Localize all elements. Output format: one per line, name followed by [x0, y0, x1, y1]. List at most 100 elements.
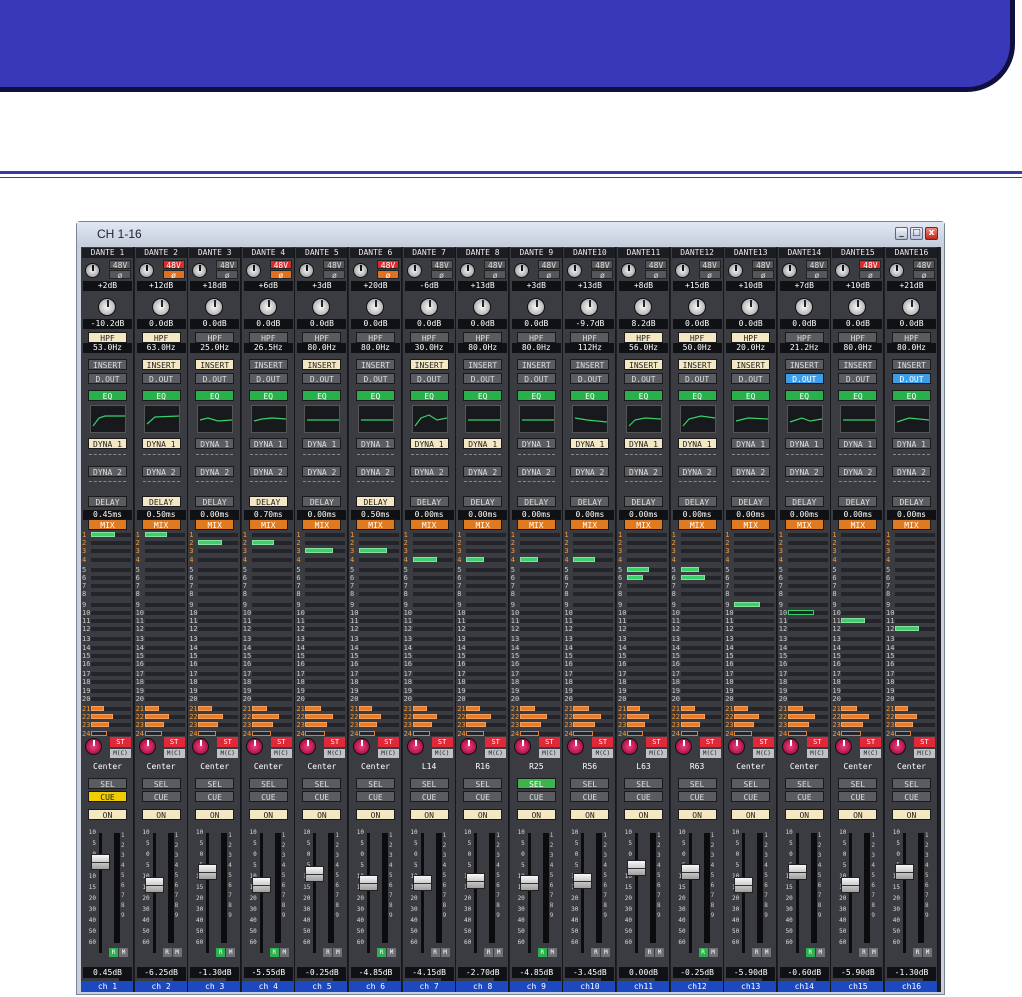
title-bar[interactable]: CH 1-16 _ □ x — [77, 222, 944, 246]
matrix-send-level[interactable] — [519, 730, 539, 736]
delay-button[interactable]: DELAY — [302, 496, 342, 507]
matrix-send-level[interactable] — [144, 706, 159, 711]
mix-send-track[interactable] — [627, 688, 667, 693]
mix-send-level[interactable] — [519, 556, 538, 562]
mix-send-track[interactable] — [841, 645, 882, 650]
channel-name[interactable]: ch15 — [831, 981, 884, 992]
mix-send-track[interactable] — [573, 592, 614, 597]
mix-button[interactable]: MIX — [463, 519, 503, 530]
mix-button[interactable]: MIX — [141, 519, 181, 530]
matrix-send-level[interactable] — [680, 714, 705, 720]
mix-send-track[interactable] — [680, 680, 721, 685]
mix-send-track[interactable] — [573, 549, 614, 554]
mix-send-track[interactable] — [305, 645, 346, 650]
mix-send-track[interactable] — [359, 645, 399, 650]
mix-send-track[interactable] — [627, 696, 667, 701]
patch-trim-knob[interactable] — [205, 298, 224, 316]
dynamics-2-button[interactable]: DYNA 2 — [409, 466, 449, 477]
mix-send-track[interactable] — [841, 576, 882, 580]
cue-button[interactable]: CUE — [624, 791, 663, 802]
hpf-button[interactable]: HPF — [516, 332, 556, 343]
mono-center-button[interactable]: M(C) — [860, 749, 882, 758]
matrix-send-level[interactable] — [573, 706, 590, 711]
mix-send-track[interactable] — [734, 567, 775, 572]
mix-send-track[interactable] — [841, 688, 882, 693]
monitor-button[interactable]: M — [279, 948, 289, 957]
mix-send-track[interactable] — [412, 549, 453, 554]
mix-send-track[interactable] — [251, 680, 292, 685]
stereo-button[interactable]: ST — [538, 737, 560, 747]
mix-send-track[interactable] — [412, 592, 453, 597]
matrix-send-level[interactable] — [519, 706, 535, 711]
direct-out-button[interactable]: D.OUT — [516, 373, 556, 384]
mix-send-track[interactable] — [412, 696, 453, 701]
matrix-send-level[interactable] — [144, 722, 164, 728]
mix-send-track[interactable] — [466, 619, 507, 623]
mix-send-track[interactable] — [251, 653, 292, 658]
direct-out-button[interactable]: D.OUT — [784, 373, 824, 384]
mix-send-track[interactable] — [787, 637, 828, 642]
mix-send-track[interactable] — [251, 584, 292, 589]
direct-out-button[interactable]: D.OUT — [677, 373, 717, 384]
mix-send-track[interactable] — [841, 680, 882, 685]
matrix-send-level[interactable] — [305, 714, 334, 720]
phantom-power-button[interactable]: 48V — [377, 260, 399, 270]
minimize-button[interactable]: _ — [895, 227, 908, 240]
mix-send-track[interactable] — [680, 696, 721, 701]
mono-center-button[interactable]: M(C) — [646, 749, 667, 758]
mix-send-track[interactable] — [734, 576, 775, 580]
pan-knob[interactable] — [621, 738, 638, 755]
mix-button[interactable]: MIX — [302, 519, 342, 530]
mix-send-track[interactable] — [895, 549, 935, 554]
matrix-send-level[interactable] — [627, 714, 649, 720]
dynamics-1-button[interactable]: DYNA 1 — [624, 438, 663, 449]
insert-button[interactable]: INSERT — [409, 359, 449, 370]
mix-send-level[interactable] — [680, 575, 705, 580]
matrix-send-level[interactable] — [519, 714, 547, 720]
matrix-send-level[interactable] — [91, 714, 113, 720]
dynamics-2-button[interactable]: DYNA 2 — [892, 466, 931, 477]
mix-send-level[interactable] — [627, 566, 649, 572]
input-port-name[interactable]: DANTE 3 — [189, 248, 241, 258]
pan-knob[interactable] — [781, 738, 799, 755]
input-port-name[interactable]: DANTE11 — [618, 248, 669, 258]
mix-send-track[interactable] — [466, 696, 507, 701]
eq-graph[interactable] — [733, 405, 770, 433]
mix-send-track[interactable] — [573, 619, 614, 623]
gain-knob[interactable] — [460, 263, 476, 278]
mix-send-track[interactable] — [680, 645, 721, 650]
mix-send-track[interactable] — [627, 645, 667, 650]
dynamics-1-button[interactable]: DYNA 1 — [463, 438, 503, 449]
mix-send-track[interactable] — [305, 627, 346, 632]
mix-send-track[interactable] — [412, 645, 453, 650]
monitor-button[interactable]: M — [815, 948, 825, 957]
phase-button[interactable]: ø — [859, 270, 882, 280]
input-port-name[interactable]: DANTE13 — [725, 248, 777, 258]
mix-send-level[interactable] — [144, 532, 167, 537]
hpf-button[interactable]: HPF — [731, 332, 771, 343]
mix-send-track[interactable] — [895, 688, 935, 693]
mix-send-track[interactable] — [412, 619, 453, 623]
mix-send-track[interactable] — [734, 672, 775, 677]
mix-send-track[interactable] — [251, 557, 292, 562]
mix-send-track[interactable] — [734, 549, 775, 554]
mix-send-track[interactable] — [573, 637, 614, 642]
delay-button[interactable]: DELAY — [195, 496, 235, 507]
dynamics-1-button[interactable]: DYNA 1 — [516, 438, 556, 449]
mix-send-track[interactable] — [573, 541, 614, 546]
stereo-button[interactable]: ST — [646, 737, 667, 747]
stereo-button[interactable]: ST — [753, 737, 775, 747]
mix-send-track[interactable] — [91, 619, 131, 623]
mix-send-track[interactable] — [519, 541, 560, 546]
mix-send-track[interactable] — [91, 592, 131, 597]
cue-button[interactable]: CUE — [409, 791, 449, 802]
mix-send-track[interactable] — [412, 637, 453, 642]
eq-button[interactable]: EQ — [248, 390, 288, 401]
mix-send-track[interactable] — [144, 610, 185, 615]
fader-track[interactable] — [367, 833, 370, 953]
mix-send-track[interactable] — [519, 653, 560, 658]
mix-send-track[interactable] — [734, 653, 775, 658]
mix-send-track[interactable] — [787, 645, 828, 650]
mix-send-track[interactable] — [466, 610, 507, 615]
stereo-button[interactable]: ST — [270, 737, 292, 747]
